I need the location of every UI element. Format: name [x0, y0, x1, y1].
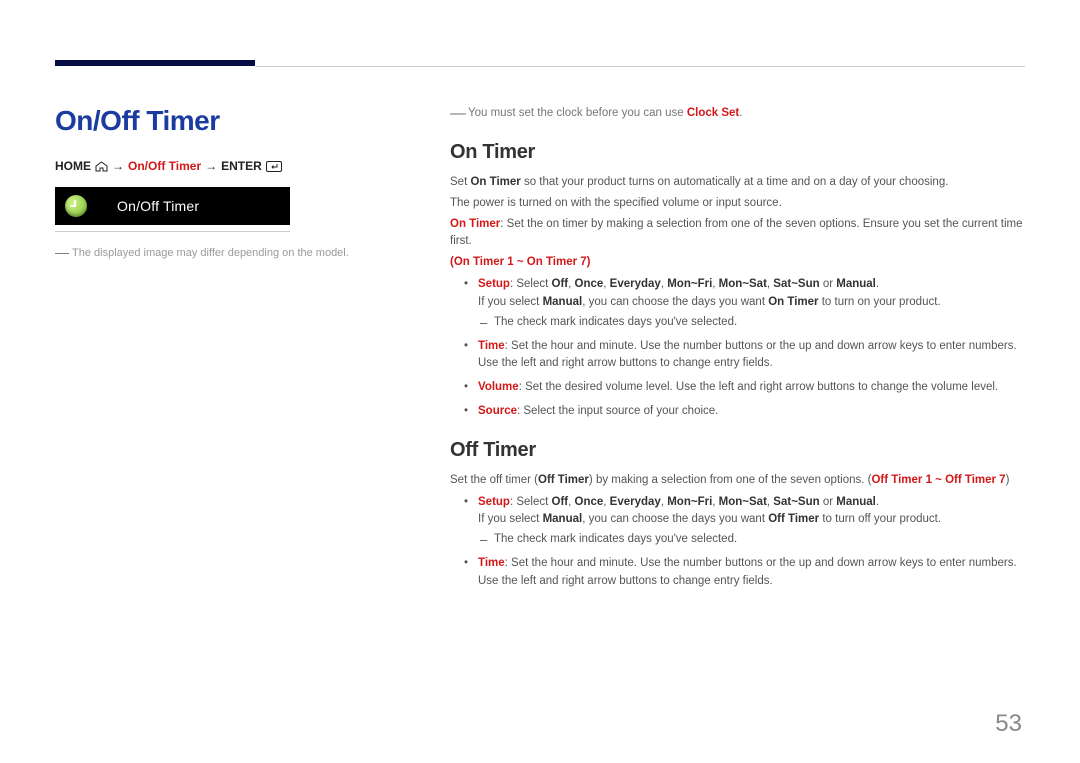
off-timer-heading: Off Timer — [450, 439, 1025, 462]
model-disclaimer: ―The displayed image may differ dependin… — [55, 242, 410, 263]
list-item-time: Time: Set the hour and minute. Use the n… — [478, 338, 1025, 374]
on-timer-range-text: (On Timer 1 ~ On Timer 7) — [450, 256, 591, 268]
dash-bullet: ― — [450, 105, 466, 122]
on-timer-range: (On Timer 1 ~ On Timer 7) — [450, 254, 1025, 272]
setup-subnote: The check mark indicates days you've sel… — [478, 531, 1025, 549]
list-item-time: Time: Set the hour and minute. Use the n… — [478, 555, 1025, 591]
on-timer-term: On Timer — [450, 218, 500, 230]
menu-screenshot-label: On/Off Timer — [117, 198, 199, 214]
setup-label: Setup — [478, 496, 510, 508]
breadcrumb-item: On/Off Timer — [128, 159, 201, 173]
header-divider — [256, 66, 1025, 67]
text: ) — [1006, 474, 1010, 486]
on-timer-heading: On Timer — [450, 141, 1025, 164]
opt-satsun: Sat~Sun — [773, 278, 819, 290]
list-item-source: Source: Select the input source of your … — [478, 403, 1025, 421]
on-timer-term: On Timer — [470, 176, 520, 188]
opt-monfri: Mon~Fri — [667, 278, 712, 290]
text: : Set the on timer by making a selection… — [450, 218, 1023, 248]
text: . — [876, 496, 879, 508]
manual-term: Manual — [543, 513, 583, 525]
opt-manual: Manual — [836, 496, 876, 508]
manual-term: Manual — [543, 296, 583, 308]
breadcrumb-enter: ENTER — [221, 159, 262, 173]
model-disclaimer-text: The displayed image may differ depending… — [72, 247, 349, 259]
on-timer-list: Setup: Select Off, Once, Everyday, Mon~F… — [450, 276, 1025, 421]
opt-everyday: Everyday — [610, 278, 661, 290]
menu-screenshot: On/Off Timer — [55, 187, 290, 225]
list-item-volume: Volume: Set the desired volume level. Us… — [478, 379, 1025, 397]
opt-monfri: Mon~Fri — [667, 496, 712, 508]
setup-label: Setup — [478, 278, 510, 290]
clock-set-term: Clock Set — [687, 107, 739, 119]
opt-once: Once — [575, 278, 604, 290]
on-timer-p2: The power is turned on with the specifie… — [450, 195, 1025, 213]
text: : Set the desired volume level. Use the … — [519, 381, 998, 393]
opt-off: Off — [552, 496, 569, 508]
text: or — [820, 278, 837, 290]
text: so that your product turns on automatica… — [521, 176, 949, 188]
off-timer-list: Setup: Select Off, Once, Everyday, Mon~F… — [450, 494, 1025, 591]
source-label: Source — [478, 405, 517, 417]
header-accent-bar — [55, 60, 255, 66]
text: : Set the hour and minute. Use the numbe… — [478, 340, 1017, 370]
page-number: 53 — [995, 710, 1022, 738]
text: , you can choose the days you want — [582, 513, 768, 525]
off-timer-range: Off Timer 1 ~ Off Timer 7 — [871, 474, 1005, 486]
home-icon — [95, 161, 108, 172]
text: : Set the hour and minute. Use the numbe… — [478, 557, 1017, 587]
breadcrumb-arrow-2: → — [205, 159, 217, 173]
setup-subnote: The check mark indicates days you've sel… — [478, 314, 1025, 332]
text: to turn on your product. — [819, 296, 941, 308]
clock-set-note: ―You must set the clock before you can u… — [450, 105, 1025, 123]
text: ) by making a selection from one of the … — [589, 474, 872, 486]
right-column: ―You must set the clock before you can u… — [450, 105, 1025, 597]
on-timer-p3: On Timer: Set the on timer by making a s… — [450, 216, 1025, 252]
opt-everyday: Everyday — [610, 496, 661, 508]
off-timer-term: Off Timer — [538, 474, 589, 486]
opt-monsat: Mon~Sat — [719, 278, 767, 290]
opt-once: Once — [575, 496, 604, 508]
list-item-setup: Setup: Select Off, Once, Everyday, Mon~F… — [478, 494, 1025, 549]
content-columns: On/Off Timer HOME → On/Off Timer → ENTER… — [55, 60, 1025, 597]
text: If you select — [478, 296, 543, 308]
opt-off: Off — [552, 278, 569, 290]
enter-icon — [266, 161, 282, 172]
breadcrumb-arrow-1: → — [112, 159, 124, 173]
text: Set the off timer ( — [450, 474, 538, 486]
breadcrumb-home: HOME — [55, 159, 91, 173]
on-timer-p1: Set On Timer so that your product turns … — [450, 174, 1025, 192]
text: : Select — [510, 496, 552, 508]
volume-label: Volume — [478, 381, 519, 393]
manual-page: On/Off Timer HOME → On/Off Timer → ENTER… — [0, 0, 1080, 763]
text: : Select the input source of your choice… — [517, 405, 718, 417]
opt-manual: Manual — [836, 278, 876, 290]
clock-note-a: You must set the clock before you can us… — [468, 107, 687, 119]
opt-satsun: Sat~Sun — [773, 496, 819, 508]
off-timer-p1: Set the off timer (Off Timer) by making … — [450, 472, 1025, 490]
time-label: Time — [478, 340, 505, 352]
text: If you select — [478, 513, 543, 525]
list-item-setup: Setup: Select Off, Once, Everyday, Mon~F… — [478, 276, 1025, 331]
text: to turn off your product. — [819, 513, 941, 525]
page-title: On/Off Timer — [55, 105, 410, 137]
text: Set — [450, 176, 470, 188]
off-timer-term: Off Timer — [768, 513, 819, 525]
breadcrumb: HOME → On/Off Timer → ENTER — [55, 159, 410, 173]
timer-icon — [65, 195, 87, 217]
text: : Select — [510, 278, 552, 290]
text: or — [820, 496, 837, 508]
text: , you can choose the days you want — [582, 296, 768, 308]
text: . — [876, 278, 879, 290]
screenshot-underline — [55, 231, 290, 232]
dash-bullet: ― — [55, 244, 69, 260]
clock-note-c: . — [739, 107, 742, 119]
opt-monsat: Mon~Sat — [719, 496, 767, 508]
left-column: On/Off Timer HOME → On/Off Timer → ENTER… — [55, 105, 410, 597]
time-label: Time — [478, 557, 505, 569]
on-timer-term: On Timer — [768, 296, 818, 308]
